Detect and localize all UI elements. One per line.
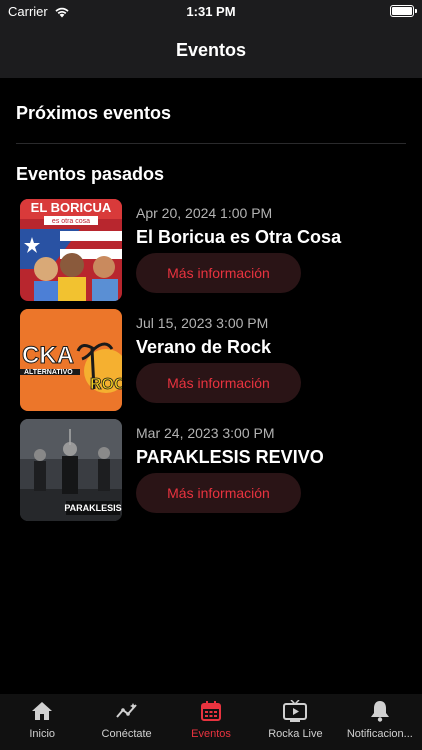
- trend-icon: [114, 698, 140, 724]
- event-date: Mar 24, 2023 3:00 PM: [136, 425, 275, 441]
- tab-label: Notificacion...: [346, 728, 413, 740]
- thumb-subtitle: ALTERNATIVO: [24, 369, 73, 376]
- event-card: PARAKLESIS Mar 24, 2023 3:00 PM PARAKLES…: [20, 419, 410, 521]
- calendar-icon: [198, 698, 224, 724]
- more-info-button[interactable]: Más información: [136, 363, 301, 403]
- event-title: PARAKLESIS REVIVO: [136, 447, 324, 467]
- tab-eventos[interactable]: Eventos: [169, 694, 253, 750]
- tab-notificaciones[interactable]: Notificacion...: [338, 694, 422, 750]
- bell-icon: [367, 698, 393, 724]
- svg-text:ROC: ROC: [90, 376, 122, 393]
- status-time: 1:31 PM: [186, 4, 236, 19]
- battery-icon: [390, 5, 417, 17]
- section-divider: [16, 143, 406, 144]
- event-thumbnail[interactable]: PARAKLESIS: [20, 419, 122, 521]
- tab-inicio[interactable]: Inicio: [0, 694, 84, 750]
- event-card: EL BORICUA es otra cosa Apr 20, 2024 1:0…: [20, 199, 410, 301]
- event-card: CKA ALTERNATIVO ROC Jul 15, 2023 3:00 PM…: [20, 309, 410, 411]
- event-thumbnail[interactable]: EL BORICUA es otra cosa: [20, 199, 122, 301]
- tv-play-icon: [282, 698, 308, 724]
- tab-bar: Inicio Conéctate Eventos Rocka Live Noti…: [0, 694, 422, 750]
- tab-label: Rocka Live: [268, 728, 323, 740]
- tab-label: Inicio: [29, 728, 56, 740]
- more-info-button[interactable]: Más información: [136, 253, 301, 293]
- tab-conectate[interactable]: Conéctate: [84, 694, 168, 750]
- thumb-subtitle: es otra cosa: [52, 218, 90, 225]
- thumb-title: CKA: [22, 342, 74, 369]
- event-date: Jul 15, 2023 3:00 PM: [136, 315, 269, 331]
- home-icon: [29, 698, 55, 724]
- event-thumbnail[interactable]: CKA ALTERNATIVO ROC: [20, 309, 122, 411]
- tab-rocka-live[interactable]: Rocka Live: [253, 694, 337, 750]
- event-title: Verano de Rock: [136, 337, 272, 357]
- event-date: Apr 20, 2024 1:00 PM: [136, 205, 273, 221]
- tab-label: Eventos: [191, 728, 231, 740]
- status-bar: Carrier 1:31 PM: [0, 0, 422, 22]
- nav-bar: Eventos: [0, 22, 422, 78]
- thumb-title: EL BORICUA: [31, 200, 112, 215]
- more-info-button[interactable]: Más información: [136, 473, 301, 513]
- event-title: El Boricua es Otra Cosa: [136, 227, 342, 247]
- page-title: Eventos: [175, 39, 247, 60]
- past-events-heading: Eventos pasados: [16, 164, 165, 184]
- thumb-title: PARAKLESIS: [64, 503, 121, 513]
- upcoming-events-heading: Próximos eventos: [16, 103, 172, 123]
- tab-label: Conéctate: [101, 728, 152, 740]
